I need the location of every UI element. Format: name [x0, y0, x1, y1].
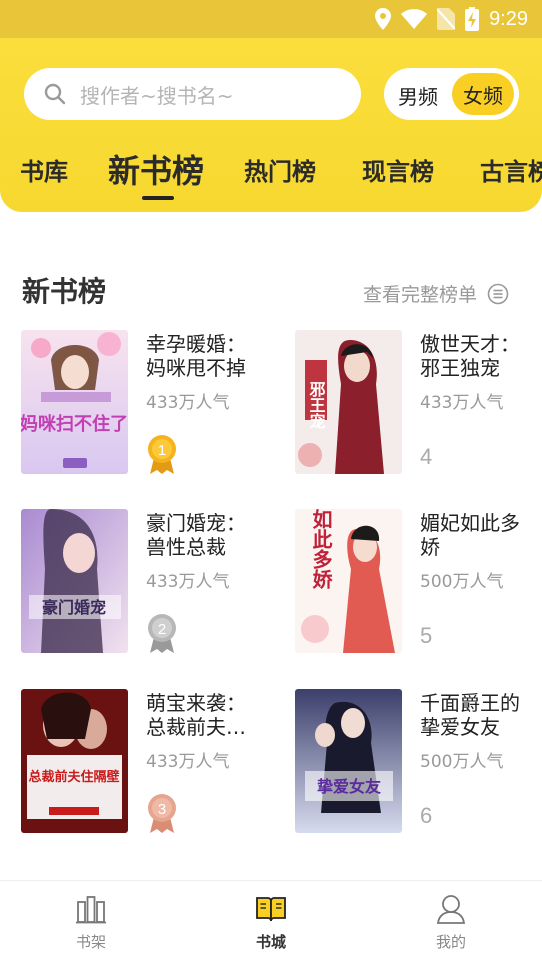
- gender-toggle: 男频 女频: [384, 68, 519, 120]
- book-popularity: 433万人气: [420, 393, 504, 413]
- book-popularity: 433万人气: [146, 752, 230, 772]
- tab-modern-romance[interactable]: 现言榜: [362, 152, 434, 187]
- book-cover[interactable]: 挚爱女友: [295, 689, 402, 833]
- rank-number: 6: [420, 803, 433, 828]
- user-icon: [436, 895, 466, 924]
- status-time: 9:29: [489, 7, 528, 30]
- medal-rank: 1: [158, 442, 166, 459]
- category-tabs: 书库 新书榜 热门榜 现言榜 古言榜: [0, 146, 542, 206]
- view-all-button[interactable]: 查看完整榜单: [363, 280, 509, 307]
- cover-title-text: 豪门婚宠: [42, 598, 106, 617]
- bronze-medal-icon: 3: [148, 794, 176, 833]
- header: 搜作者~搜书名~ 男频 女频 书库 新书榜 热门榜 现言榜 古言榜: [0, 38, 542, 212]
- gender-female-option[interactable]: 女频: [452, 73, 514, 115]
- rank-number: 4: [420, 444, 433, 469]
- book-popularity: 500万人气: [420, 572, 504, 592]
- book-cover[interactable]: 如此多娇: [295, 509, 402, 653]
- cover-title-text: 总裁前夫住隔壁: [28, 769, 119, 785]
- tab-library[interactable]: 书库: [20, 152, 68, 187]
- nav-label: 我的: [435, 933, 466, 951]
- nav-bookshelf[interactable]: 书架: [51, 893, 131, 952]
- no-sim-icon: [437, 8, 456, 30]
- book-item[interactable]: 妈咪扫不住了 幸孕暖婚：妈咪甩不掉 433万人气 1: [21, 330, 271, 474]
- tab-indicator: [142, 196, 174, 200]
- book-title: 幸孕暖婚：妈咪甩不掉: [146, 332, 246, 380]
- status-bar: 9:29: [0, 0, 542, 38]
- tab-new-books[interactable]: 新书榜: [108, 146, 204, 192]
- list-icon: [487, 283, 509, 304]
- book-popularity: 500万人气: [420, 752, 504, 772]
- wifi-icon: [401, 9, 428, 29]
- search-icon: [44, 83, 66, 105]
- cover-title-text: 妈咪扫不住了: [21, 413, 128, 435]
- search-input[interactable]: 搜作者~搜书名~: [24, 68, 361, 120]
- section-title: 新书榜: [22, 275, 107, 308]
- battery-charging-icon: [465, 7, 480, 31]
- nav-label: 书架: [75, 933, 106, 951]
- gender-male-option[interactable]: 男频: [398, 81, 438, 110]
- book-cover[interactable]: 豪门婚宠: [21, 509, 128, 653]
- book-item[interactable]: 如此多娇 媚妃如此多娇 500万人气 5: [295, 509, 542, 653]
- rank-number: 5: [420, 623, 433, 648]
- bookshelf-icon: [76, 896, 106, 924]
- silver-medal-icon: 2: [148, 614, 176, 653]
- medal-rank: 2: [158, 621, 166, 638]
- book-item[interactable]: 总裁前夫住隔壁 萌宝来袭：总裁前夫住隔壁 433万人气 3: [21, 689, 271, 833]
- tab-ancient-romance[interactable]: 古言榜: [480, 152, 542, 187]
- bottom-nav: 书架 书城 我的: [0, 880, 542, 965]
- book-title: 媚妃如此多娇: [420, 511, 520, 559]
- cover-title-text: 如此多娇: [309, 509, 333, 590]
- book-cover[interactable]: 总裁前夫住隔壁: [21, 689, 128, 833]
- search-placeholder: 搜作者~搜书名~: [80, 83, 234, 108]
- book-popularity: 433万人气: [146, 393, 230, 413]
- status-icons: 9:29: [375, 6, 528, 32]
- book-title: 千面爵王的挚爱女友: [420, 691, 520, 739]
- book-title: 萌宝来袭：总裁前夫住隔壁: [146, 691, 246, 739]
- book-item[interactable]: 挚爱女友 千面爵王的挚爱女友 500万人气 6: [295, 689, 542, 833]
- location-icon: [375, 8, 392, 30]
- cover-title-text: 邪王宠: [307, 381, 327, 429]
- book-cover[interactable]: 邪王宠: [295, 330, 402, 474]
- gold-medal-icon: 1: [148, 435, 176, 474]
- book-item[interactable]: 豪门婚宠 豪门婚宠：兽性总裁 433万人气 2: [21, 509, 271, 653]
- book-cover[interactable]: 妈咪扫不住了: [21, 330, 128, 474]
- open-book-icon: [256, 897, 286, 922]
- book-title: 豪门婚宠：兽性总裁: [146, 511, 246, 559]
- nav-bookstore[interactable]: 书城: [231, 893, 311, 952]
- view-all-label: 查看完整榜单: [363, 284, 478, 306]
- cover-title-text: 挚爱女友: [317, 777, 382, 796]
- tab-hot[interactable]: 热门榜: [244, 152, 316, 187]
- medal-rank: 3: [158, 801, 166, 818]
- nav-label: 书城: [255, 933, 286, 951]
- book-popularity: 433万人气: [146, 572, 230, 592]
- nav-profile[interactable]: 我的: [411, 893, 491, 952]
- book-title: 傲世天才：邪王独宠: [420, 332, 520, 380]
- book-item[interactable]: 邪王宠 傲世天才：邪王独宠 433万人气 4: [295, 330, 542, 474]
